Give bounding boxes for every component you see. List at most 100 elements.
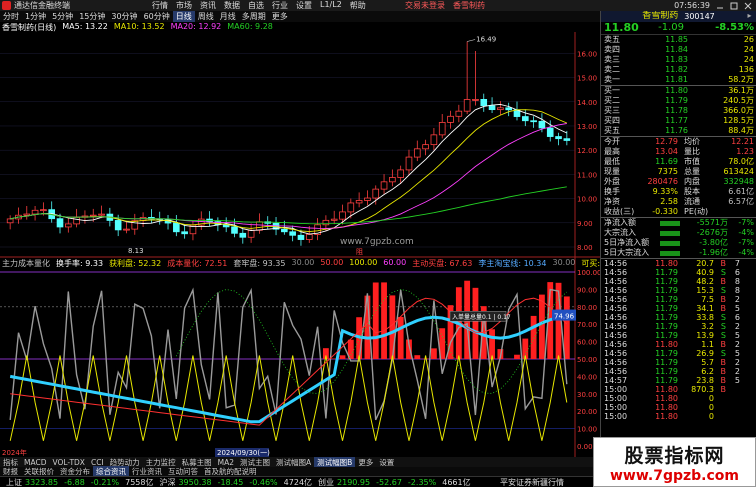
period-tab-5[interactable]: 60分钟 — [141, 11, 173, 22]
menu-item-7[interactable]: L1/L2 — [320, 0, 342, 11]
stat-value: 12.21 — [731, 137, 754, 146]
candle-body — [123, 228, 130, 231]
period-tab-6[interactable]: 日线 — [172, 11, 195, 22]
tick-time: 15:00 — [604, 412, 628, 421]
period-tab-1[interactable]: 1分钟 — [22, 11, 49, 22]
period-tab-9[interactable]: 多周期 — [239, 11, 269, 22]
indicator-tab-10[interactable]: 测试幅图B — [314, 456, 356, 468]
indicator-bar — [489, 329, 495, 359]
stat-value: 613424 — [723, 167, 754, 176]
tick-list[interactable]: 14:56 11.80 20.7 B 7 14:56 11.79 40.9 S 6 14:56 11.… — [601, 258, 756, 421]
asks-row[interactable]: 卖三 11.83 24 — [601, 55, 756, 65]
menu-item-0[interactable]: 行情 — [152, 0, 168, 11]
tick-time: 14:56 — [604, 268, 628, 277]
menu-item-4[interactable]: 自选 — [248, 0, 264, 11]
index-quote-0[interactable]: 上证 3323.85 -6.88 -0.21% 7558亿 — [6, 477, 153, 487]
period-tab-10[interactable]: 更多 — [269, 11, 291, 22]
indicator-tab-12[interactable]: 设置 — [376, 457, 397, 468]
asks-row[interactable]: 卖五 11.85 26 — [601, 35, 756, 45]
indicator-bar — [389, 295, 396, 359]
ma-line-10 — [10, 109, 567, 233]
stat-value: 1.23 — [736, 147, 754, 156]
candle-body — [405, 156, 413, 171]
tick-side: B — [720, 277, 727, 286]
menu-item-3[interactable]: 数据 — [224, 0, 240, 11]
bids-row[interactable]: 买一 11.80 36.1万 — [601, 86, 756, 96]
maximize-icon[interactable] — [730, 2, 738, 10]
title-center-item-0[interactable]: 交易未登录 — [405, 0, 445, 11]
index-quote-2[interactable]: 创业 2190.95 -52.67 -2.35% 4661亿 — [318, 477, 471, 487]
period-tab-0[interactable]: 分时 — [0, 11, 22, 22]
bids-row[interactable]: 买三 11.78 366.0万 — [601, 106, 756, 116]
tick-count — [726, 403, 740, 412]
index-value: 2190.95 — [337, 477, 371, 487]
tick-volume: 33.8 — [696, 313, 714, 322]
period-tab-4[interactable]: 30分钟 — [108, 11, 140, 22]
stat-label: 换手 — [604, 187, 620, 196]
tick-price: 11.80 — [655, 394, 678, 403]
quote-panel: 香雪制药 300147 ▸ 11.80 -1.09 -8.53% 卖五 11.85… — [600, 11, 756, 457]
flow-pct: -7% — [738, 218, 754, 227]
period-tab-3[interactable]: 15分钟 — [76, 11, 108, 22]
chart-area[interactable]: 16.00 15.00 14.00 13.00 12.00 11.00 10.00 9.00 8… — [0, 22, 600, 457]
indicator-tab-11[interactable]: 更多 — [355, 457, 376, 468]
index-pct: -2.35% — [407, 477, 437, 487]
menu-item-5[interactable]: 行业 — [272, 0, 288, 11]
expand-icon[interactable]: ▸ — [745, 11, 754, 20]
tick-count: 2 — [734, 367, 740, 376]
book-price: 11.85 — [665, 35, 688, 44]
indicator-tab-9[interactable]: 测试幅图A — [273, 457, 314, 468]
menu-item-2[interactable]: 资讯 — [200, 0, 216, 11]
tick-row: 14:56 11.79 6.2 B 2 — [601, 367, 756, 376]
stat-label: 净资 — [604, 197, 620, 206]
title-center: 交易未登录 香雪制药 — [405, 0, 485, 11]
period-tab-2[interactable]: 5分钟 — [49, 11, 76, 22]
stat-value: 332948 — [723, 177, 754, 186]
tick-side: S — [720, 268, 726, 277]
candlestick-chart[interactable]: 16.00 15.00 14.00 13.00 12.00 11.00 10.00 9.00 8… — [0, 22, 600, 457]
tick-time: 14:56 — [604, 358, 628, 367]
stat-row: 换手 9.33% 股本 6.61亿 — [601, 187, 756, 197]
bids-row[interactable]: 买五 11.76 88.4万 — [601, 126, 756, 136]
period-tab-7[interactable]: 周线 — [195, 11, 217, 22]
stat-label: 最低 — [604, 157, 620, 166]
flow-label: 5日大宗流入 — [604, 248, 650, 257]
flow-bar — [660, 241, 680, 246]
indicator-legend-12: 可买: 0.00 — [581, 259, 600, 268]
index-change: -6.88 — [64, 477, 85, 487]
tick-row: 15:00 11.80 870.3 B — [601, 385, 756, 394]
menu-item-6[interactable]: 设置 — [296, 0, 312, 11]
title-center-item-1[interactable]: 香雪制药 — [453, 0, 485, 11]
tick-side: B — [720, 376, 727, 385]
asks-row[interactable]: 卖二 11.82 136 — [601, 65, 756, 75]
stock-stats: 今开 12.79 均价 12.21 最高 13.04 量比 1.23 最低 11.69 市值 78.0… — [601, 136, 756, 217]
period-tab-8[interactable]: 月线 — [217, 11, 239, 22]
candle-body — [89, 214, 97, 217]
close-icon[interactable] — [744, 2, 752, 10]
ma-legend-0: MA5: 13.22 — [62, 22, 108, 31]
stat-label: 流通 — [684, 197, 700, 206]
tick-volume: 1.1 — [701, 340, 714, 349]
tick-count: 8 — [734, 277, 740, 286]
stat-value: 7375 — [657, 167, 678, 176]
tick-side: B — [720, 259, 727, 268]
green-dotted-line — [175, 288, 568, 394]
stat-label: 总量 — [684, 167, 700, 176]
stat-label: 收益(三) — [604, 207, 635, 216]
menu-item-8[interactable]: 帮助 — [350, 0, 366, 11]
bids-row[interactable]: 买四 11.77 128.5万 — [601, 116, 756, 126]
tick-volume: 870.3 — [691, 385, 714, 394]
bids-row[interactable]: 买二 11.79 240.5万 — [601, 96, 756, 106]
candle-body — [530, 120, 537, 123]
tick-volume: 0 — [708, 394, 714, 403]
candle-body — [372, 188, 380, 199]
stat-label: PE(动) — [684, 207, 709, 216]
index-value: 3323.85 — [25, 477, 59, 487]
book-label: 卖三 — [604, 55, 620, 64]
menu-item-1[interactable]: 市场 — [176, 0, 192, 11]
asks-row[interactable]: 卖一 11.81 58.2万 — [601, 75, 756, 85]
index-quote-1[interactable]: 沪深 3950.38 -18.45 -0.46% 4724亿 — [159, 477, 312, 487]
asks-row[interactable]: 卖四 11.84 24 — [601, 45, 756, 55]
tick-side — [714, 412, 726, 421]
minimize-icon[interactable] — [716, 2, 724, 10]
